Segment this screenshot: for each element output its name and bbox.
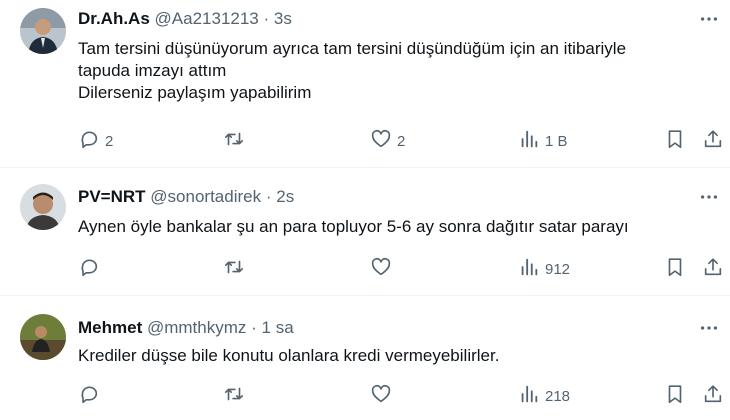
retweet-arrows-icon — [223, 256, 245, 283]
tweet[interactable]: Mehmet @mmthkymz · 1 sa Krediler düşse b… — [0, 296, 730, 420]
like-button[interactable] — [370, 384, 397, 408]
share-button[interactable] — [702, 129, 724, 153]
heart-icon — [370, 383, 392, 410]
tweet-actions: 218 — [78, 384, 723, 408]
more-dots-icon[interactable] — [698, 186, 720, 208]
views-button[interactable]: 218 — [518, 384, 570, 408]
tweet[interactable]: PV=NRT @sonortadirek · 2s Aynen öyle ban… — [0, 168, 730, 296]
tweet-actions: 2 2 1 B — [78, 129, 723, 153]
reply-button[interactable] — [78, 384, 105, 408]
bookmark-icon — [664, 128, 686, 155]
author-name[interactable]: Dr.Ah.As — [78, 9, 150, 28]
share-upload-icon — [702, 128, 724, 155]
avatar[interactable] — [20, 184, 66, 230]
views-count: 218 — [545, 387, 571, 405]
retweet-arrows-icon — [223, 383, 245, 410]
bookmark-icon — [664, 383, 686, 410]
avatar[interactable] — [20, 8, 66, 54]
tweet-text: Tam tersini düşünüyorum ayrıca tam tersi… — [78, 39, 627, 102]
heart-icon — [370, 256, 392, 283]
author-handle[interactable]: @mmthkymz — [147, 318, 246, 337]
author-name[interactable]: PV=NRT — [78, 187, 146, 206]
heart-icon — [370, 128, 392, 155]
reply-bubble-icon — [78, 383, 100, 410]
reply-bubble-icon — [78, 256, 100, 283]
bar-chart-icon — [518, 383, 540, 410]
tweet-feed: Dr.Ah.As @Aa2131213 · 3s Tam tersini düş… — [0, 0, 730, 420]
separator-dot: · — [263, 9, 270, 28]
like-button[interactable] — [370, 257, 397, 281]
more-dots-icon[interactable] — [698, 317, 720, 339]
tweet-actions: 912 — [78, 257, 723, 281]
bookmark-icon — [664, 256, 686, 283]
reply-count: 2 — [105, 132, 114, 150]
views-count: 912 — [545, 260, 571, 278]
retweet-button[interactable] — [223, 384, 250, 408]
separator-dot: · — [265, 187, 272, 206]
views-count: 1 B — [545, 132, 568, 150]
views-button[interactable]: 912 — [518, 257, 570, 281]
bookmark-button[interactable] — [664, 384, 686, 408]
reply-bubble-icon — [78, 128, 100, 155]
author-name[interactable]: Mehmet — [78, 318, 142, 337]
bookmark-button[interactable] — [664, 129, 686, 153]
tweet-text: Krediler düşse bile konutu olanlara kred… — [78, 346, 500, 365]
timestamp[interactable]: 1 sa — [262, 318, 294, 337]
reply-button[interactable] — [78, 257, 105, 281]
share-button[interactable] — [702, 257, 724, 281]
bookmark-button[interactable] — [664, 257, 686, 281]
share-upload-icon — [702, 383, 724, 410]
tweet-header: Dr.Ah.As @Aa2131213 · 3s — [78, 9, 292, 29]
timestamp[interactable]: 3s — [274, 9, 292, 28]
separator-dot: · — [251, 318, 257, 337]
tweet[interactable]: Dr.Ah.As @Aa2131213 · 3s Tam tersini düş… — [0, 0, 730, 168]
retweet-button[interactable] — [223, 129, 250, 153]
more-dots-icon[interactable] — [698, 8, 720, 30]
like-button[interactable]: 2 — [370, 129, 405, 153]
like-count: 2 — [397, 132, 406, 150]
share-upload-icon — [702, 256, 724, 283]
author-handle[interactable]: @Aa2131213 — [155, 9, 259, 28]
author-handle[interactable]: @sonortadirek — [150, 187, 261, 206]
views-button[interactable]: 1 B — [518, 129, 568, 153]
tweet-text: Aynen öyle bankalar şu an para topluyor … — [78, 217, 629, 236]
retweet-arrows-icon — [223, 128, 245, 155]
tweet-header: PV=NRT @sonortadirek · 2s — [78, 187, 294, 207]
tweet-header: Mehmet @mmthkymz · 1 sa — [78, 318, 294, 338]
avatar[interactable] — [20, 314, 66, 360]
timestamp[interactable]: 2s — [276, 187, 294, 206]
bar-chart-icon — [518, 256, 540, 283]
bar-chart-icon — [518, 128, 540, 155]
retweet-button[interactable] — [223, 257, 250, 281]
share-button[interactable] — [702, 384, 724, 408]
reply-button[interactable]: 2 — [78, 129, 113, 153]
